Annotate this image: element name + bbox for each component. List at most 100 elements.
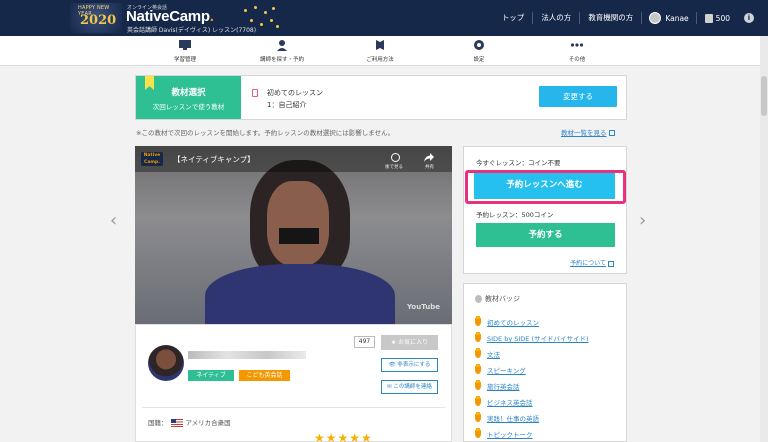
material-selection-card: 教材選択 次回レッスンで使う教材 初めてのレッスン 1：自己紹介 変更する: [135, 75, 627, 120]
medal-icon: [475, 428, 481, 438]
material-badges-panel: 教材バッジ 初めてのレッスン SIDE by SIDE (サイドバイサイド) 文…: [463, 283, 627, 442]
channel-logo-line1: Native: [143, 153, 161, 158]
page-scrollbar[interactable]: [760, 36, 768, 442]
list-item[interactable]: 文法: [475, 346, 589, 362]
nav-label: ご利用方法: [366, 57, 394, 63]
youtube-logo[interactable]: YouTube: [407, 303, 440, 311]
list-item[interactable]: スピーキング: [475, 362, 589, 378]
hide-teacher-button[interactable]: 👁 非表示にする: [381, 358, 438, 372]
link-corporate[interactable]: 法人の方: [533, 12, 581, 24]
share-label: 共有: [425, 165, 434, 170]
main-nav: 学習管理 講師を探す・予約 ご利用方法 設定 その他: [0, 36, 768, 66]
contact-teacher-button[interactable]: ✉ この講師を連絡: [381, 380, 438, 394]
highlight-box: [465, 170, 626, 204]
badge-link[interactable]: ビジネス英会話: [487, 397, 533, 407]
medal-icon: [475, 412, 481, 422]
link-top[interactable]: トップ: [494, 12, 534, 24]
material-list-link-text: 教材一覧を見る: [561, 129, 607, 137]
reserved-lesson-label: 予約レッスン：500コイン: [476, 211, 554, 219]
medal-icon: [475, 380, 481, 390]
nav-settings[interactable]: 設定: [439, 39, 519, 63]
nav-how-to-use[interactable]: ご利用方法: [340, 39, 420, 63]
link-education[interactable]: 教育機関の方: [580, 12, 643, 24]
badge-link[interactable]: トピックトーク: [487, 429, 533, 439]
clock-icon[interactable]: [391, 153, 400, 162]
medal-icon: [475, 348, 481, 358]
list-item[interactable]: トピックトーク: [475, 426, 589, 442]
lesson-panel: 今すぐレッスン：コイン不要 予約レッスンへ進む 予約レッスン：500コイン 予約…: [463, 146, 627, 274]
nav-more[interactable]: その他: [537, 39, 617, 63]
video-title-bar: Native Camp. 【ネイティブキャンプ】 後で見る 共有: [135, 146, 452, 172]
nationality-value: アメリカ合衆国: [185, 419, 231, 427]
selected-material: 初めてのレッスン 1：自己紹介: [267, 87, 323, 111]
watch-later-label: 後で見る: [385, 165, 403, 170]
kids-badge: こども英会話: [239, 370, 290, 381]
about-reservation-text: 予約について: [570, 260, 606, 267]
coin-count: 500: [715, 13, 730, 23]
video-body: [205, 264, 395, 324]
share-icon[interactable]: [424, 153, 434, 162]
more-icon: [570, 43, 584, 47]
change-material-button[interactable]: 変更する: [539, 86, 617, 107]
material-note: ※この教材で次回のレッスンを開始します。予約レッスンの教材選択には影響しません。: [136, 129, 395, 137]
list-item[interactable]: 旅行英会話: [475, 378, 589, 394]
brand-name-text: NativeCamp: [126, 8, 210, 25]
favorite-button[interactable]: ★ お気に入り: [381, 335, 438, 350]
material-lesson-unit: 1：自己紹介: [267, 101, 307, 109]
badge-link[interactable]: 実践！仕事の英語: [487, 413, 539, 423]
teacher-icon: [277, 40, 287, 51]
medal-icon: [475, 364, 481, 374]
info-icon[interactable]: i: [744, 13, 754, 23]
about-reservation-link[interactable]: 予約について: [570, 258, 614, 267]
us-flag-icon: [170, 419, 183, 427]
material-list-link[interactable]: 教材一覧を見る: [561, 127, 615, 137]
monitor-icon: [179, 40, 191, 50]
nav-label: その他: [568, 57, 586, 63]
teacher-video-player[interactable]: Native Camp. 【ネイティブキャンプ】 後で見る 共有 YouTube: [135, 146, 452, 324]
scrollbar-thumb[interactable]: [761, 76, 767, 116]
list-item[interactable]: SIDE by SIDE (サイドバイサイド): [475, 330, 589, 346]
badge-list: 初めてのレッスン SIDE by SIDE (サイドバイサイド) 文法 スピーキ…: [475, 314, 589, 442]
teacher-profile-card: ネイティブ こども英会話 497 ★ お気に入り 👁 非表示にする ✉ この講師…: [135, 324, 452, 442]
badge-link[interactable]: 初めてのレッスン: [487, 317, 539, 327]
gear-icon: [474, 40, 484, 50]
coin-balance[interactable]: 500: [697, 13, 738, 23]
material-title: 教材選択: [171, 88, 206, 98]
reserve-button[interactable]: 予約する: [476, 223, 615, 247]
list-item[interactable]: ビジネス英会話: [475, 394, 589, 410]
nav-study-management[interactable]: 学習管理: [145, 39, 225, 63]
coin-icon: [704, 13, 713, 23]
material-subtitle: 次回レッスンで使う教材: [152, 103, 225, 111]
material-lesson-name: 初めてのレッスン: [267, 89, 323, 97]
badges-title-text: 教材バッジ: [485, 295, 520, 303]
nav-find-teacher[interactable]: 講師を探す・予約: [242, 39, 322, 63]
badge-link[interactable]: 文法: [487, 349, 500, 359]
next-arrow-icon[interactable]: ›: [639, 212, 648, 230]
nav-label: 設定: [473, 57, 485, 63]
list-item[interactable]: 初めてのレッスン: [475, 314, 589, 330]
site-logo[interactable]: HAPPY NEW YEAR 2020 オンライン英会話 NativeCamp.…: [70, 3, 280, 34]
channel-logo[interactable]: Native Camp.: [141, 152, 163, 166]
video-face: [267, 181, 329, 266]
user-menu[interactable]: Kanae: [642, 12, 697, 24]
header-links: トップ 法人の方 教育機関の方 Kanae 500 i: [494, 0, 768, 36]
medal-icon: [475, 332, 481, 342]
teacher-name-blurred: [188, 351, 306, 359]
favorite-count: 497: [354, 336, 375, 348]
video-title[interactable]: 【ネイティブキャンプ】: [173, 154, 255, 165]
native-badge: ネイティブ: [188, 370, 234, 381]
medal-icon: [475, 316, 481, 326]
channel-logo-line2: Camp.: [144, 160, 160, 165]
list-item[interactable]: 実践！仕事の英語: [475, 410, 589, 426]
badge-link[interactable]: 旅行英会話: [487, 381, 520, 391]
prev-arrow-icon[interactable]: ‹: [110, 212, 119, 230]
badge-link[interactable]: スピーキング: [487, 365, 526, 375]
new-year-year: 2020: [80, 13, 117, 28]
badge-link[interactable]: SIDE by SIDE (サイドバイサイド): [487, 333, 589, 343]
instant-lesson-label: 今すぐレッスン：コイン不要: [476, 159, 561, 167]
fireworks-icon: [240, 5, 280, 31]
nav-label: 学習管理: [173, 57, 196, 63]
video-mask: [279, 228, 319, 244]
medal-icon: [475, 396, 481, 406]
rating-stars: ★★★★★: [314, 431, 373, 442]
